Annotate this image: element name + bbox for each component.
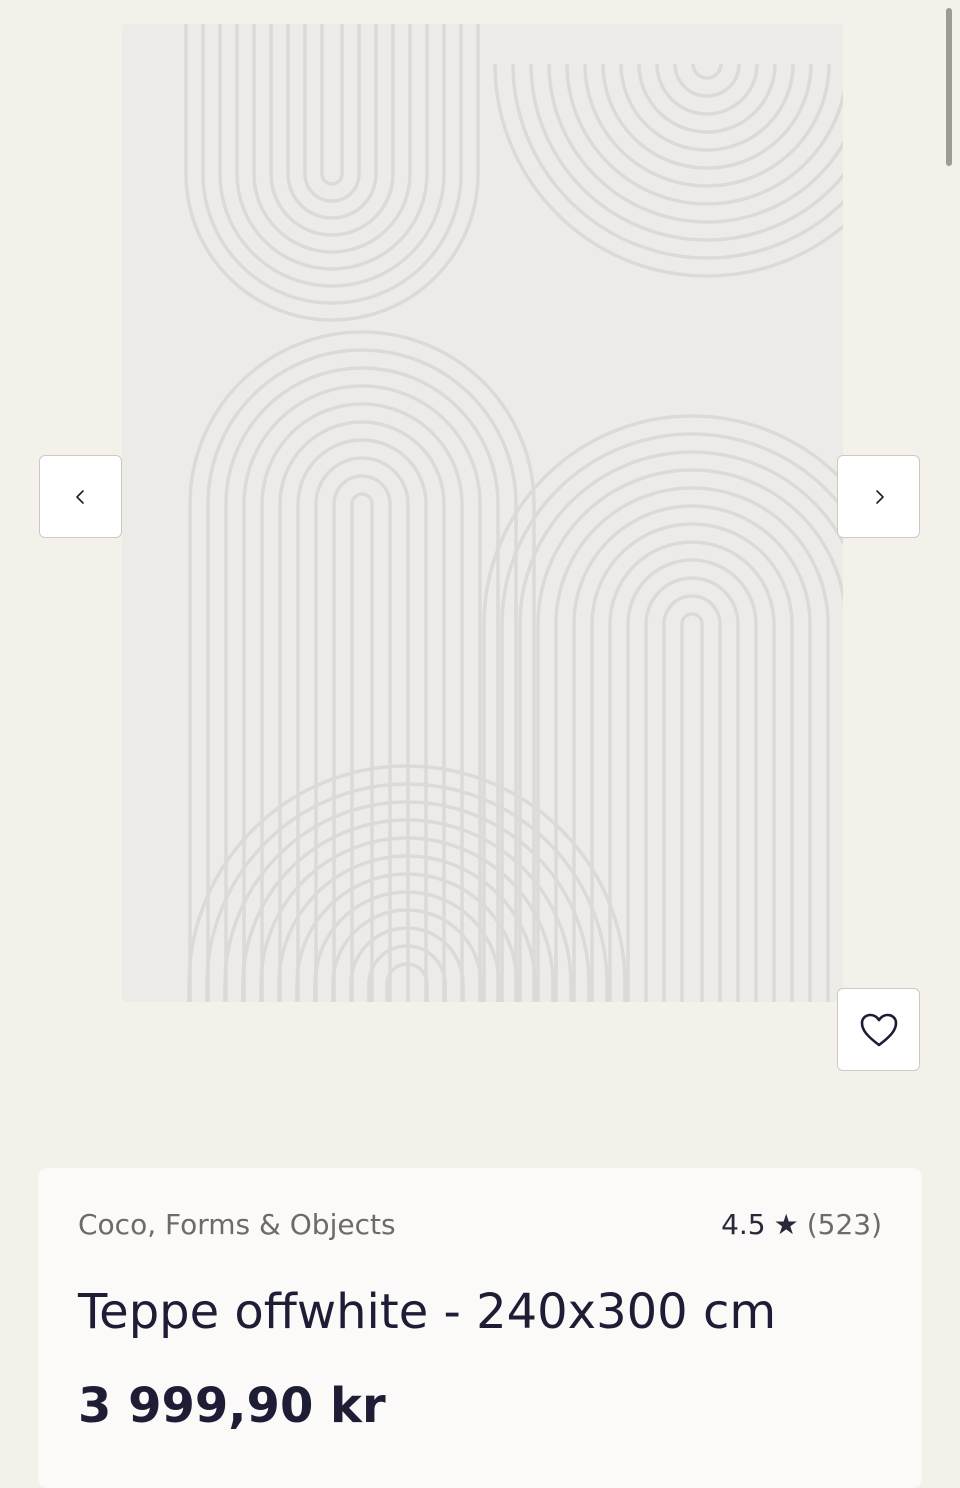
brand-name[interactable]: Coco, Forms & Objects — [78, 1208, 396, 1241]
chevron-left-icon — [75, 489, 84, 504]
product-rating[interactable]: 4.5 ★ (523) — [721, 1208, 882, 1241]
product-image[interactable] — [122, 24, 843, 1002]
favorite-button[interactable] — [837, 988, 920, 1071]
rating-value: 4.5 — [721, 1208, 766, 1241]
review-count: (523) — [806, 1208, 882, 1241]
next-image-button[interactable] — [837, 455, 920, 538]
previous-image-button[interactable] — [39, 455, 122, 538]
product-price: 3 999,90 kr — [78, 1378, 386, 1434]
chevron-right-icon — [875, 489, 884, 504]
product-info-card: Coco, Forms & Objects 4.5 ★ (523) Teppe … — [38, 1168, 922, 1488]
product-image-gallery — [0, 0, 960, 1130]
product-title: Teppe offwhite - 240x300 cm — [78, 1284, 777, 1340]
page-scrollbar[interactable] — [946, 8, 952, 166]
heart-icon — [860, 1013, 897, 1046]
star-icon: ★ — [773, 1208, 799, 1241]
